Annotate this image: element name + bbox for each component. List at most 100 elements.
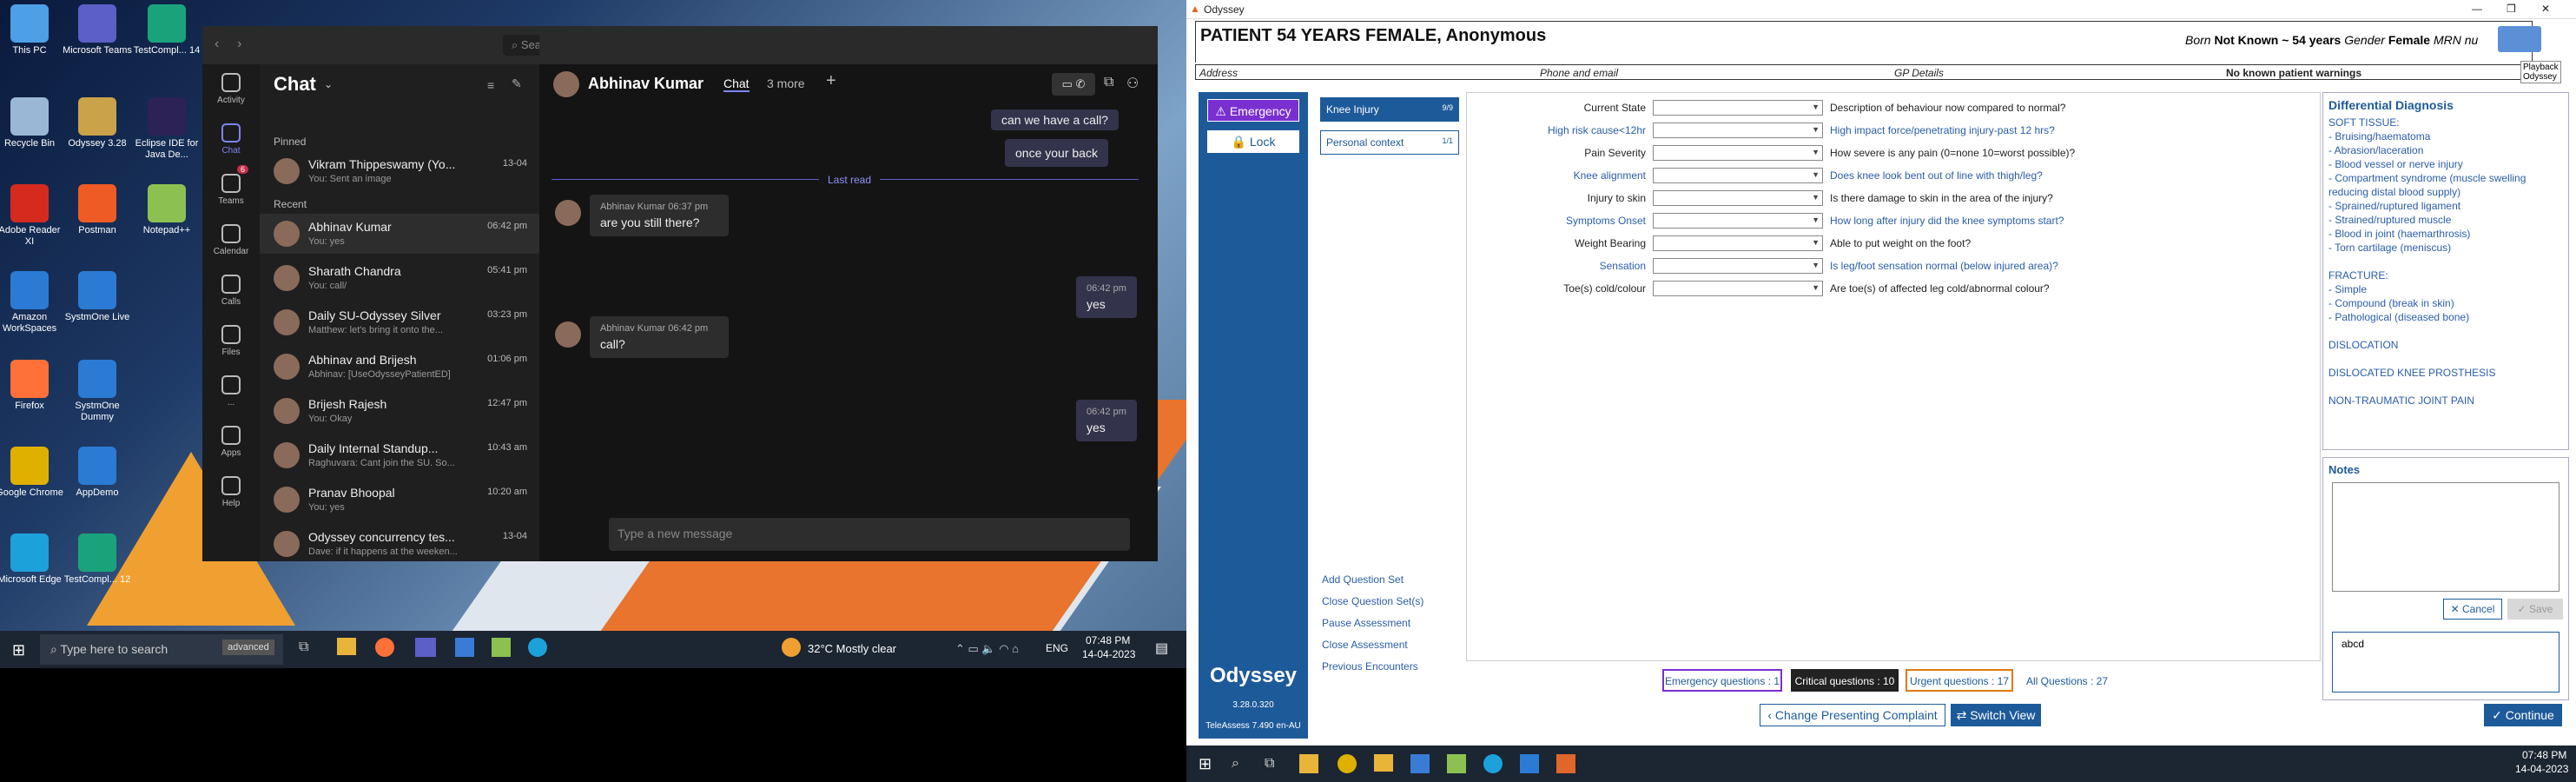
desktop-icon-google-chrome[interactable]: Google Chrome	[0, 447, 64, 499]
start-icon[interactable]: ⊞	[1199, 755, 1212, 773]
switch-view-button[interactable]: ⇄ Switch View	[1951, 704, 2041, 726]
lock-button[interactable]: 🔒 Lock	[1207, 130, 1299, 153]
phone-field[interactable]: Phone and email	[1540, 67, 1618, 79]
message-compose-input[interactable]: Type a new message	[609, 518, 1130, 551]
edge-icon[interactable]	[1483, 754, 1503, 773]
chat-list-item[interactable]: Sharath Chandra You: call/05:41 pm	[260, 258, 539, 298]
back-icon[interactable]: ‹	[215, 36, 219, 52]
link-previous-encounters[interactable]: Previous Encounters	[1322, 660, 1418, 673]
tab-chat[interactable]: Chat	[723, 76, 750, 92]
file-explorer-icon[interactable]	[1374, 754, 1393, 772]
minimize-icon[interactable]: —	[2472, 3, 2482, 15]
tray-icons[interactable]: ⌃ ▭ 🔈 ◠ ⌂	[955, 642, 1019, 656]
firefox-icon[interactable]	[375, 638, 394, 657]
link-close-assessment[interactable]: Close Assessment	[1322, 639, 1408, 651]
link-add-question-set[interactable]: Add Question Set	[1322, 573, 1404, 586]
rail-item-activity[interactable]: Activity	[202, 64, 260, 115]
cancel-button[interactable]: ✕ Cancel	[2443, 599, 2502, 620]
answer-dropdown[interactable]	[1653, 190, 1823, 206]
notepad-icon[interactable]	[492, 638, 511, 657]
clock-date[interactable]: 14-04-2023	[1082, 648, 1135, 660]
desktop-icon-eclipse-ide-for-java-de[interactable]: Eclipse IDE for Java De...	[132, 97, 201, 161]
chat-list-item[interactable]: Abhinav and Brijesh Abhinav: [UseOdysseyP…	[260, 347, 539, 387]
continue-button[interactable]: ✓ Continue	[2484, 704, 2562, 726]
link-close-question-set-s[interactable]: Close Question Set(s)	[1322, 595, 1423, 607]
answer-dropdown[interactable]	[1653, 258, 1823, 274]
change-complaint-button[interactable]: ‹ Change Presenting Complaint	[1760, 704, 1945, 726]
rail-item-chat[interactable]: Chat	[202, 115, 260, 165]
chrome-icon[interactable]	[1338, 754, 1357, 773]
task-view-icon[interactable]: ⧉	[1265, 756, 1274, 772]
systmone-icon[interactable]	[1520, 754, 1539, 773]
answer-dropdown[interactable]	[1653, 235, 1823, 251]
people-icon[interactable]: ⚇	[1126, 75, 1139, 92]
taskbar-app-icon[interactable]	[1299, 754, 1318, 773]
question-count-1[interactable]: Critical questions : 10	[1791, 669, 1899, 692]
address-field[interactable]: Address	[1199, 67, 1238, 79]
close-icon[interactable]: ✕	[2541, 3, 2550, 15]
desktop-icon-systmone-dummy[interactable]: SystmOne Dummy	[63, 360, 132, 423]
gp-field[interactable]: GP Details	[1894, 67, 1944, 79]
screen-share-icon[interactable]: ⧉	[1104, 75, 1113, 90]
file-explorer-icon[interactable]	[337, 638, 356, 655]
clock-time[interactable]: 07:48 PM	[2522, 749, 2566, 761]
language-indicator[interactable]: ENG	[1046, 642, 1068, 654]
chat-list-item[interactable]: Daily Internal Standup... Raghuvara: Cant…	[260, 435, 539, 475]
notepad-icon[interactable]	[1447, 754, 1466, 773]
desktop-icon-this-pc[interactable]: This PC	[0, 4, 64, 56]
chat-list-item[interactable]: Vikram Thippeswamy (Yo... You: Sent an im…	[260, 151, 539, 191]
desktop-icon-firefox[interactable]: Firefox	[0, 360, 64, 412]
start-icon[interactable]: ⊞	[12, 641, 25, 659]
desktop-icon-testcompl-14[interactable]: TestCompl... 14	[132, 4, 201, 56]
add-tab-icon[interactable]: +	[826, 71, 836, 91]
restore-icon[interactable]: ❐	[2507, 3, 2516, 15]
emergency-button[interactable]: ⚠ Emergency	[1207, 99, 1299, 122]
answer-dropdown[interactable]	[1653, 123, 1823, 138]
new-chat-icon[interactable]: ✎	[512, 76, 522, 91]
link-pause-assessment[interactable]: Pause Assessment	[1322, 617, 1410, 629]
question-count-0[interactable]: Emergency questions : 1	[1662, 669, 1782, 692]
app-icon[interactable]	[1410, 754, 1430, 773]
rail-item-help[interactable]: Help	[202, 467, 260, 518]
note-entry[interactable]: abcd	[2332, 632, 2559, 693]
tab-knee-injury[interactable]: Knee Injury 9/9	[1320, 97, 1459, 122]
answer-dropdown[interactable]	[1653, 168, 1823, 183]
chat-list-item[interactable]: Brijesh Rajesh You: Okay 12:47 pm	[260, 391, 539, 431]
desktop-icon-recycle-bin[interactable]: Recycle Bin	[0, 97, 64, 149]
answer-dropdown[interactable]	[1653, 100, 1823, 116]
rail-item-teams[interactable]: Teams	[202, 165, 260, 215]
rail-item-[interactable]: ...	[202, 367, 260, 417]
notification-icon[interactable]: ▤	[1155, 640, 1168, 657]
desktop-icon-testcompl-12[interactable]: TestCompl... 12	[63, 533, 132, 586]
filter-icon[interactable]: ≡	[487, 78, 494, 92]
desktop-icon-microsoft-teams[interactable]: Microsoft Teams	[63, 4, 132, 56]
clock-date[interactable]: 14-04-2023	[2515, 763, 2568, 775]
teams-icon[interactable]	[415, 638, 436, 657]
desktop-icon-postman[interactable]: Postman	[63, 184, 132, 236]
chat-list-item[interactable]: Pranav Bhoopal You: yes 10:20 am	[260, 480, 539, 520]
desktop-icon-microsoft-edge[interactable]: Microsoft Edge	[0, 533, 64, 586]
video-call-button[interactable]: ▭ ✆	[1052, 73, 1095, 96]
save-button[interactable]: ✓ Save	[2507, 599, 2563, 620]
clock-time[interactable]: 07:48 PM	[1086, 634, 1130, 646]
rail-item-apps[interactable]: Apps	[202, 417, 260, 467]
chat-list-item[interactable]: Odyssey concurrency tes... Dave: if it ha…	[260, 524, 539, 561]
notes-input[interactable]	[2332, 482, 2559, 592]
odyssey-icon[interactable]	[1556, 754, 1575, 773]
search-icon[interactable]: ⌕	[1232, 756, 1239, 772]
forward-icon[interactable]: ›	[237, 36, 241, 52]
question-count-3[interactable]: All Questions : 27	[2022, 669, 2112, 692]
rail-item-calendar[interactable]: Calendar	[202, 215, 260, 266]
desktop-icon-appdemo[interactable]: AppDemo	[63, 447, 132, 499]
desktop-icon-systmone-live[interactable]: SystmOne Live	[63, 271, 132, 323]
tab-personal-context[interactable]: Personal context 1/1	[1320, 130, 1459, 155]
desktop-icon-amazon-workspaces[interactable]: Amazon WorkSpaces	[0, 271, 64, 335]
playback-controls[interactable]	[2498, 26, 2541, 52]
task-view-icon[interactable]: ⧉	[299, 640, 308, 655]
app-icon[interactable]	[455, 638, 474, 657]
edge-icon[interactable]	[528, 638, 547, 657]
rail-item-files[interactable]: Files	[202, 316, 260, 367]
chat-list-item[interactable]: Abhinav Kumar You: yes 06:42 pm	[260, 214, 539, 254]
desktop-icon-odyssey-3-28[interactable]: Odyssey 3.28	[63, 97, 132, 149]
chevron-down-icon[interactable]: ⌄	[324, 78, 333, 90]
